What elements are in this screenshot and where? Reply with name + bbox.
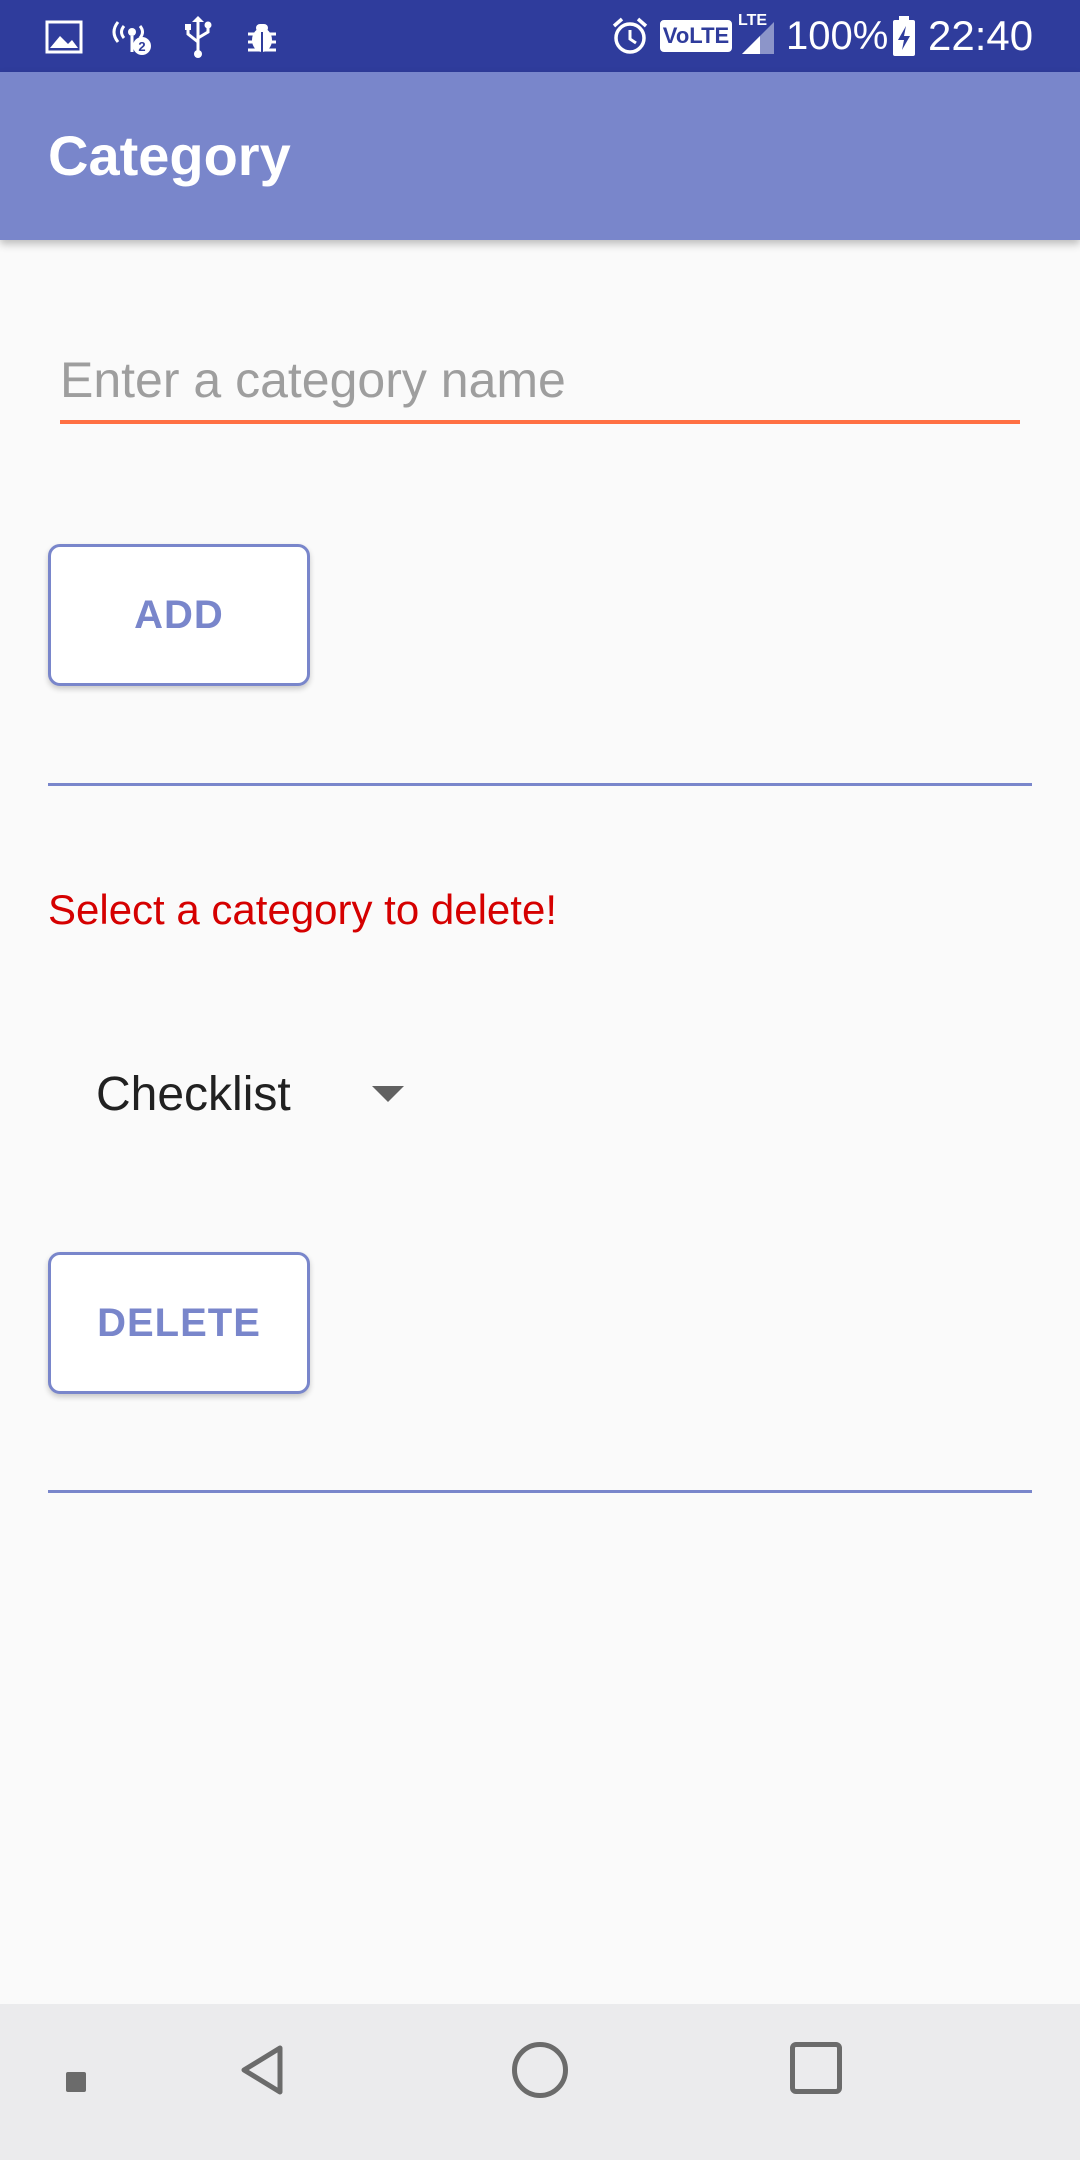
- selected-category: Checklist: [96, 1068, 291, 1121]
- signal-icon: [742, 22, 774, 54]
- add-button[interactable]: ADD: [48, 544, 310, 686]
- back-icon[interactable]: [236, 2042, 288, 2098]
- navigation-bar: [0, 2004, 1080, 2160]
- page-title: Category: [48, 124, 291, 187]
- clock: 22:40: [928, 12, 1034, 59]
- alarm-icon: [612, 17, 648, 54]
- bug-icon: [248, 24, 276, 52]
- hotspot-icon: 2: [112, 21, 151, 55]
- category-input-container: [60, 340, 1020, 428]
- battery-percent: 100%: [786, 14, 889, 58]
- nav-dot-icon[interactable]: [66, 2072, 86, 2092]
- divider: [48, 1490, 1032, 1493]
- svg-text:2: 2: [138, 39, 145, 54]
- volte-badge: VoLTE: [660, 20, 732, 52]
- category-name-input[interactable]: [60, 340, 1020, 424]
- recent-apps-icon[interactable]: [790, 2042, 842, 2094]
- dropdown-arrow-icon: [372, 1086, 404, 1102]
- battery-charging-icon: [893, 16, 915, 56]
- home-icon[interactable]: [512, 2042, 568, 2098]
- category-spinner[interactable]: Checklist: [96, 1060, 436, 1130]
- divider: [48, 783, 1032, 786]
- delete-prompt-text: Select a category to delete!: [48, 886, 557, 933]
- usb-icon: [185, 16, 212, 58]
- image-icon: [45, 20, 83, 54]
- app-bar: Category: [0, 72, 1080, 240]
- delete-button[interactable]: DELETE: [48, 1252, 310, 1394]
- status-bar: 2 VoLTE LTE 100% 22:40: [0, 0, 1080, 72]
